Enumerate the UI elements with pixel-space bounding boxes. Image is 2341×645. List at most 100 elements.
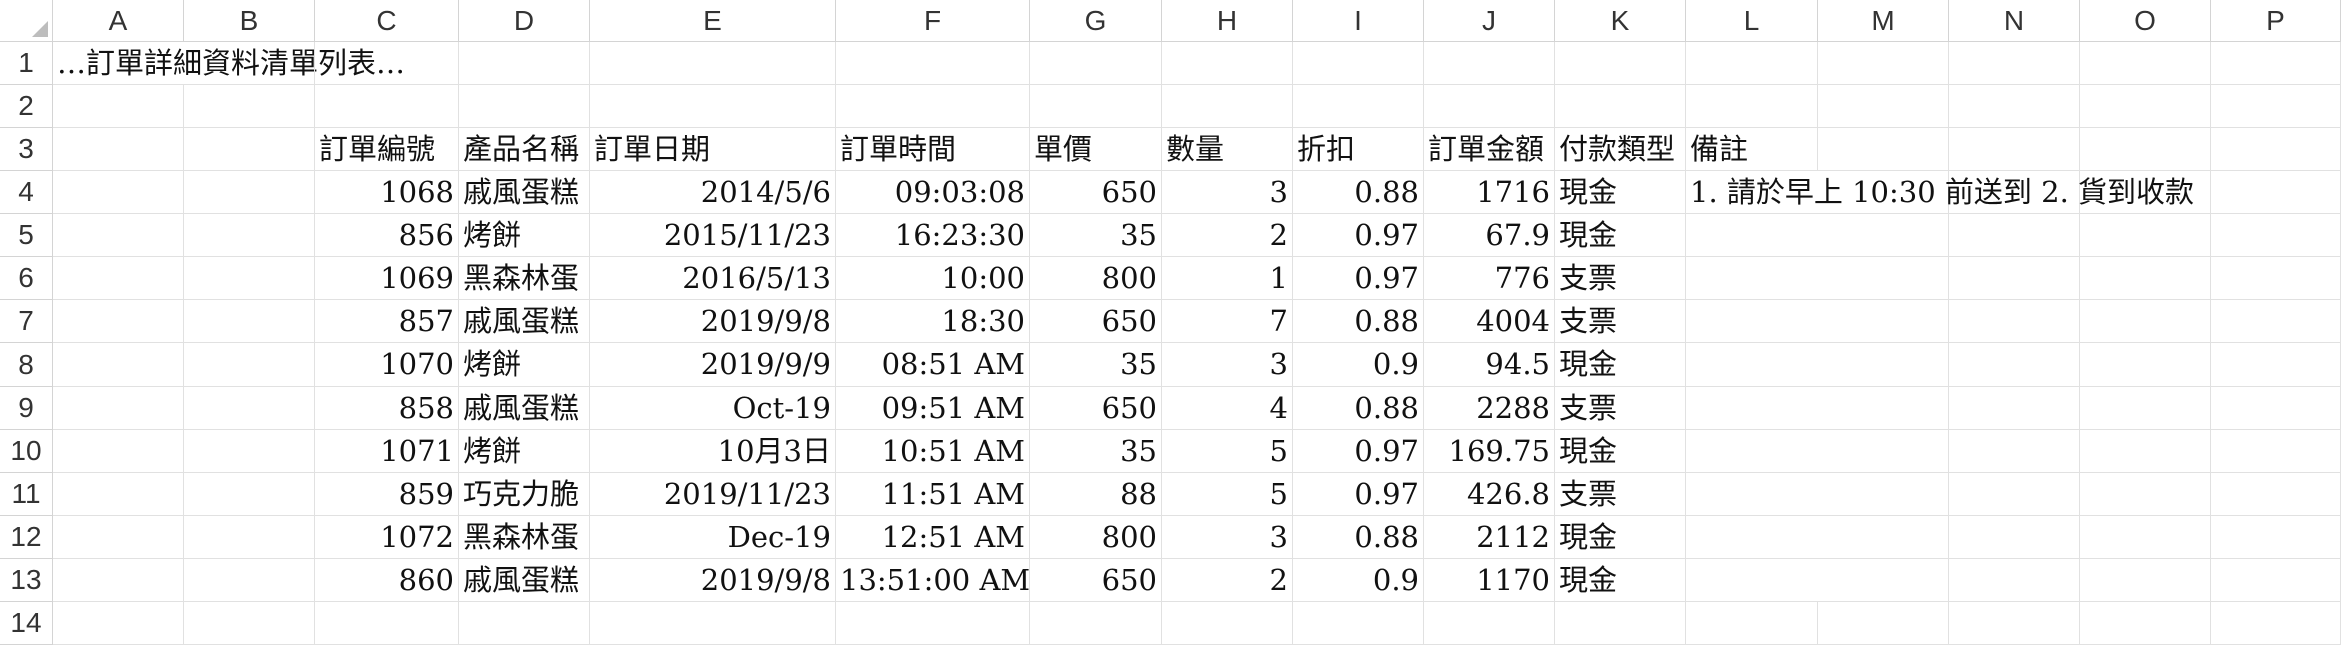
cell-n6[interactable] bbox=[1949, 257, 2080, 301]
column-header-i[interactable]: I bbox=[1293, 0, 1424, 42]
cell-m1[interactable] bbox=[1818, 42, 1949, 86]
row-header-8[interactable]: 8 bbox=[0, 343, 53, 387]
order-discount-cell[interactable]: 0.97 bbox=[1293, 472, 1424, 516]
order-note-cell[interactable] bbox=[1686, 516, 1818, 559]
order-order-date-cell[interactable]: Dec-19 bbox=[590, 515, 836, 559]
cell-a14[interactable] bbox=[53, 601, 184, 645]
order-unit-price-cell[interactable]: 88 bbox=[1030, 472, 1162, 516]
order-order-time-cell[interactable]: 11:51 AM bbox=[836, 472, 1030, 516]
column-header-a[interactable]: A bbox=[53, 0, 184, 42]
order-amount-cell[interactable]: 776 bbox=[1424, 257, 1555, 301]
order-payment-cell[interactable]: 現金 bbox=[1555, 343, 1686, 387]
order-quantity-cell[interactable]: 3 bbox=[1162, 171, 1293, 215]
order-payment-cell[interactable]: 支票 bbox=[1555, 386, 1686, 430]
cell-d1[interactable] bbox=[459, 42, 590, 86]
column-header-c[interactable]: C bbox=[315, 0, 459, 42]
cell-m8[interactable] bbox=[1818, 343, 1949, 387]
order-order-date-cell[interactable]: 2019/11/23 bbox=[590, 472, 836, 516]
cell-o10[interactable] bbox=[2080, 429, 2211, 473]
order-order-id-cell[interactable]: 1070 bbox=[315, 343, 459, 387]
cell-m13[interactable] bbox=[1818, 558, 1949, 602]
header-discount[interactable]: 折扣 bbox=[1293, 128, 1424, 172]
column-header-h[interactable]: H bbox=[1162, 0, 1293, 42]
cell-e2[interactable] bbox=[590, 85, 836, 129]
order-note-cell[interactable] bbox=[1686, 430, 1818, 473]
column-header-d[interactable]: D bbox=[459, 0, 590, 42]
cell-p6[interactable] bbox=[2211, 257, 2341, 301]
order-payment-cell[interactable]: 支票 bbox=[1555, 472, 1686, 516]
header-amount[interactable]: 訂單金額 bbox=[1424, 128, 1555, 172]
order-unit-price-cell[interactable]: 800 bbox=[1030, 257, 1162, 301]
cell-h2[interactable] bbox=[1162, 85, 1293, 129]
order-order-id-cell[interactable]: 1069 bbox=[315, 257, 459, 301]
cell-m11[interactable] bbox=[1818, 472, 1949, 516]
order-product-cell[interactable]: 烤餅 bbox=[459, 429, 590, 473]
cell-p7[interactable] bbox=[2211, 300, 2341, 344]
header-unit-price[interactable]: 單價 bbox=[1030, 128, 1162, 172]
cell-g14[interactable] bbox=[1030, 601, 1162, 645]
order-quantity-cell[interactable]: 3 bbox=[1162, 515, 1293, 559]
cell-n3[interactable] bbox=[1949, 128, 2080, 172]
cell-c1[interactable] bbox=[315, 42, 459, 86]
order-quantity-cell[interactable]: 7 bbox=[1162, 300, 1293, 344]
order-amount-cell[interactable]: 2288 bbox=[1424, 386, 1555, 430]
cell-p11[interactable] bbox=[2211, 472, 2341, 516]
column-header-b[interactable]: B bbox=[184, 0, 315, 42]
order-product-cell[interactable]: 戚風蛋糕 bbox=[459, 558, 590, 602]
cell-n10[interactable] bbox=[1949, 429, 2080, 473]
order-quantity-cell[interactable]: 2 bbox=[1162, 214, 1293, 258]
column-header-e[interactable]: E bbox=[590, 0, 836, 42]
order-order-date-cell[interactable]: 2019/9/8 bbox=[590, 558, 836, 602]
order-unit-price-cell[interactable]: 35 bbox=[1030, 343, 1162, 387]
cell-f1[interactable] bbox=[836, 42, 1030, 86]
order-amount-cell[interactable]: 169.75 bbox=[1424, 429, 1555, 473]
order-unit-price-cell[interactable]: 650 bbox=[1030, 171, 1162, 215]
cell-b11[interactable] bbox=[184, 472, 315, 516]
row-header-10[interactable]: 10 bbox=[0, 429, 53, 473]
column-header-f[interactable]: F bbox=[836, 0, 1030, 42]
cell-o3[interactable] bbox=[2080, 128, 2211, 172]
row-header-9[interactable]: 9 bbox=[0, 386, 53, 430]
order-quantity-cell[interactable]: 2 bbox=[1162, 558, 1293, 602]
order-order-time-cell[interactable]: 09:51 AM bbox=[836, 386, 1030, 430]
cell-o5[interactable] bbox=[2080, 214, 2211, 258]
cell-o13[interactable] bbox=[2080, 558, 2211, 602]
row-header-14[interactable]: 14 bbox=[0, 601, 53, 645]
select-all-corner[interactable] bbox=[0, 0, 53, 42]
order-product-cell[interactable]: 烤餅 bbox=[459, 343, 590, 387]
order-discount-cell[interactable]: 0.9 bbox=[1293, 558, 1424, 602]
cell-a12[interactable] bbox=[53, 515, 184, 559]
cell-m10[interactable] bbox=[1818, 429, 1949, 473]
column-header-p[interactable]: P bbox=[2211, 0, 2341, 42]
order-note-cell[interactable] bbox=[1686, 257, 1818, 301]
order-unit-price-cell[interactable]: 35 bbox=[1030, 214, 1162, 258]
cell-b2[interactable] bbox=[184, 85, 315, 129]
order-unit-price-cell[interactable]: 650 bbox=[1030, 300, 1162, 344]
order-product-cell[interactable]: 黑森林蛋 bbox=[459, 257, 590, 301]
row-header-6[interactable]: 6 bbox=[0, 257, 53, 301]
row-header-12[interactable]: 12 bbox=[0, 515, 53, 559]
order-order-date-cell[interactable]: 2015/11/23 bbox=[590, 214, 836, 258]
order-note-cell[interactable] bbox=[1686, 473, 1818, 516]
order-unit-price-cell[interactable]: 650 bbox=[1030, 386, 1162, 430]
cell-a6[interactable] bbox=[53, 257, 184, 301]
order-quantity-cell[interactable]: 3 bbox=[1162, 343, 1293, 387]
cell-o1[interactable] bbox=[2080, 42, 2211, 86]
order-quantity-cell[interactable]: 5 bbox=[1162, 429, 1293, 473]
cell-a7[interactable] bbox=[53, 300, 184, 344]
cell-o2[interactable] bbox=[2080, 85, 2211, 129]
order-payment-cell[interactable]: 現金 bbox=[1555, 214, 1686, 258]
row-header-11[interactable]: 11 bbox=[0, 472, 53, 516]
order-discount-cell[interactable]: 0.9 bbox=[1293, 343, 1424, 387]
cell-b10[interactable] bbox=[184, 429, 315, 473]
cell-a11[interactable] bbox=[53, 472, 184, 516]
cell-m9[interactable] bbox=[1818, 386, 1949, 430]
order-payment-cell[interactable]: 支票 bbox=[1555, 257, 1686, 301]
cell-j2[interactable] bbox=[1424, 85, 1555, 129]
header-quantity[interactable]: 數量 bbox=[1162, 128, 1293, 172]
cell-n8[interactable] bbox=[1949, 343, 2080, 387]
cell-j14[interactable] bbox=[1424, 601, 1555, 645]
order-amount-cell[interactable]: 1170 bbox=[1424, 558, 1555, 602]
order-amount-cell[interactable]: 426.8 bbox=[1424, 472, 1555, 516]
header-order-id[interactable]: 訂單編號 bbox=[315, 128, 459, 172]
